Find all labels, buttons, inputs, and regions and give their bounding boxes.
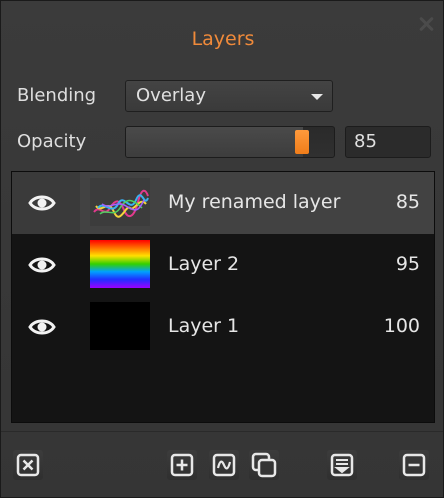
layer-name[interactable]: Layer 2 [168, 253, 239, 275]
opacity-slider-fill [126, 127, 303, 157]
layer-name[interactable]: My renamed layer [168, 191, 340, 213]
eye-icon[interactable] [28, 192, 56, 214]
blending-label: Blending [17, 85, 97, 106]
layer-row[interactable]: My renamed layer 85 [12, 172, 434, 234]
layer-thumbnail [90, 178, 150, 226]
add-layer-icon [170, 453, 194, 477]
adjustment-layer-button[interactable] [209, 450, 239, 480]
layer-thumbnail [90, 240, 150, 288]
duplicate-layer-button[interactable] [249, 450, 279, 480]
layer-opacity: 100 [383, 315, 420, 337]
close-icon[interactable] [417, 15, 435, 33]
layer-row[interactable]: Layer 2 95 [12, 234, 434, 296]
opacity-label: Opacity [17, 131, 87, 152]
layer-opacity: 85 [395, 191, 420, 213]
layer-opacity: 95 [395, 253, 420, 275]
panel-title: Layers [191, 28, 255, 50]
layer-name[interactable]: Layer 1 [168, 315, 239, 337]
opacity-slider[interactable] [125, 126, 335, 158]
merge-down-icon [330, 453, 354, 477]
layers-toolbar [1, 431, 443, 498]
blending-dropdown[interactable]: Overlay [125, 80, 333, 112]
eye-icon[interactable] [28, 254, 56, 276]
opacity-slider-handle[interactable] [295, 130, 309, 154]
eye-icon[interactable] [28, 316, 56, 338]
duplicate-layer-icon [251, 452, 277, 478]
adjustment-layer-icon [212, 453, 236, 477]
remove-layer-icon [402, 453, 426, 477]
layers-panel: Layers Blending Overlay Opacity 85 My re… [0, 0, 444, 498]
layer-thumbnail [90, 302, 150, 350]
layer-row[interactable]: Layer 1 100 [12, 296, 434, 358]
merge-down-button[interactable] [327, 450, 357, 480]
delete-all-button[interactable] [13, 450, 43, 480]
remove-layer-button[interactable] [399, 450, 429, 480]
layers-list: My renamed layer 85 Layer 2 95 Layer 1 1… [11, 171, 435, 423]
delete-all-icon [16, 453, 40, 477]
opacity-value-field[interactable]: 85 [345, 126, 431, 158]
opacity-value: 85 [354, 131, 377, 152]
blending-selected-value: Overlay [136, 85, 206, 106]
chevron-down-icon [311, 94, 323, 100]
add-layer-button[interactable] [167, 450, 197, 480]
